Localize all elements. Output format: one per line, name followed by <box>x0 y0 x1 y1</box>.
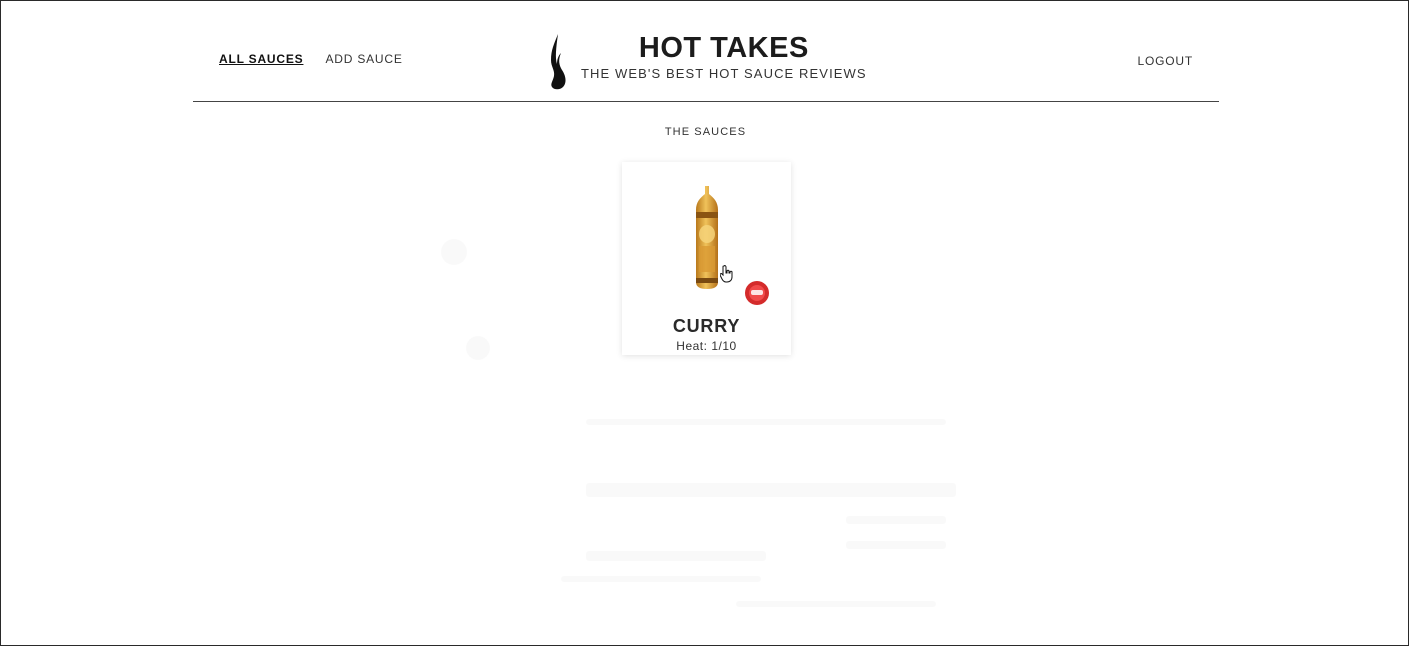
ghost-shape <box>441 239 467 265</box>
site-tagline: THE WEB'S BEST HOT SAUCE REVIEWS <box>581 66 867 81</box>
nav-add-sauce-link[interactable]: ADD SAUCE <box>325 52 402 66</box>
heat-value: 1/10 <box>711 339 737 353</box>
ghost-shape <box>846 541 946 549</box>
flame-icon <box>551 34 566 90</box>
ghost-shape <box>466 336 490 360</box>
ghost-shape <box>561 576 761 582</box>
logout-link[interactable]: LOGOUT <box>1138 54 1193 68</box>
heat-label: Heat: <box>676 339 708 353</box>
section-title: THE SAUCES <box>664 126 747 138</box>
badge-icon <box>745 281 769 305</box>
ghost-shape <box>586 551 766 561</box>
ghost-shape <box>586 419 946 425</box>
sauce-card[interactable]: CURRY Heat: 1/10 <box>622 162 791 355</box>
app-window: ALL SAUCES ADD SAUCE HOT TAKES THE WEB'S… <box>0 0 1409 646</box>
nav-all-sauces-link[interactable]: ALL SAUCES <box>219 52 303 66</box>
ghost-shape <box>736 601 936 607</box>
brand-text: HOT TAKES THE WEB'S BEST HOT SAUCE REVIE… <box>581 31 867 81</box>
account-nav: LOGOUT <box>1138 52 1193 70</box>
site-header: ALL SAUCES ADD SAUCE HOT TAKES THE WEB'S… <box>193 25 1219 102</box>
sauce-name: CURRY <box>672 316 741 336</box>
brand: HOT TAKES THE WEB'S BEST HOT SAUCE REVIE… <box>547 31 867 90</box>
ghost-shape <box>586 483 956 497</box>
sauce-bottle-image <box>696 186 718 289</box>
hand-pointer-icon <box>720 265 733 283</box>
site-title: HOT TAKES <box>638 32 809 64</box>
ghost-shape <box>846 516 946 524</box>
main-nav: ALL SAUCES ADD SAUCE <box>219 52 403 66</box>
sauce-heat: Heat: 1/10 <box>622 339 791 353</box>
